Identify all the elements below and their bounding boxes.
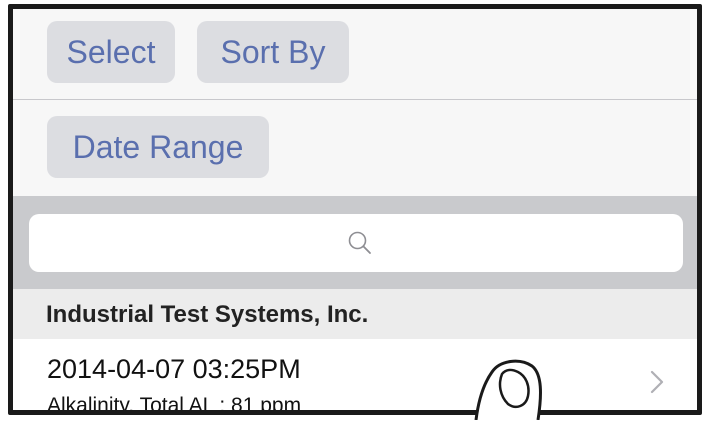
select-button[interactable]: Select: [47, 21, 175, 83]
list-item-subtitle: Alkalinity, Total AL : 81 ppm: [47, 394, 302, 415]
chevron-right-icon: [650, 370, 664, 394]
toolbar-top-row: Select Sort By: [13, 9, 697, 100]
date-range-button[interactable]: Date Range: [47, 116, 269, 178]
list-item-title: 2014-04-07 03:25PM: [47, 354, 301, 384]
list-item[interactable]: 2014-04-07 03:25PM Alkalinity, Total AL …: [13, 339, 697, 415]
section-title: Industrial Test Systems, Inc.: [46, 301, 369, 328]
search-icon: [348, 231, 371, 254]
toolbar-second-row: Date Range: [13, 101, 697, 196]
sort-by-button[interactable]: Sort By: [197, 21, 349, 83]
section-header: Industrial Test Systems, Inc.: [13, 289, 697, 339]
app-screen: Select Sort By Date Range Industrial Tes…: [8, 4, 702, 415]
search-bar: [13, 196, 697, 289]
search-input[interactable]: [29, 214, 683, 272]
